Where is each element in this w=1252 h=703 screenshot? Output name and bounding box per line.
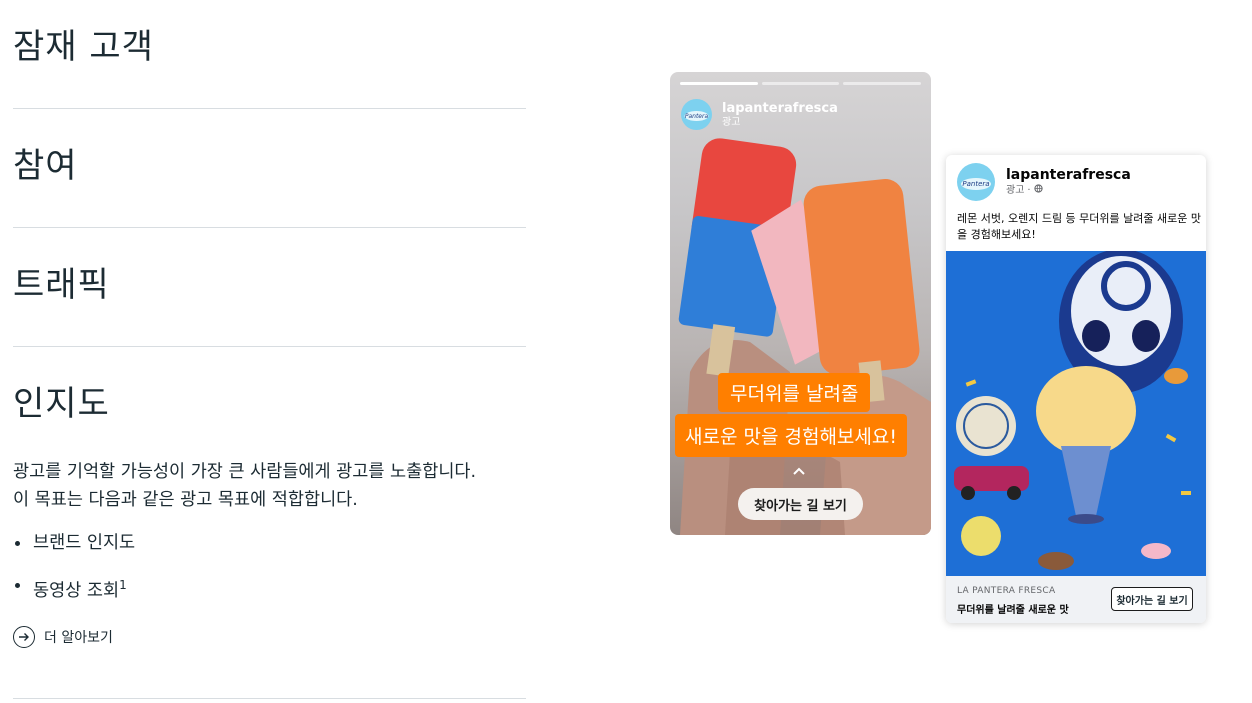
feed-ad-image [946,251,1206,576]
feed-primary-text: 레몬 서벗, 오렌지 드림 등 무더위를 날려줄 새로운 맛을 경험해보세요! [957,212,1201,241]
accordion-item-audience[interactable]: 잠재 고객 [13,30,526,64]
accordion-item-traffic[interactable]: 트래픽 [13,268,526,302]
accordion-title: 잠재 고객 [13,27,154,67]
accordion-title: 참여 [13,146,78,186]
feed-header: Pantera lapanterafresca 광고 · [957,163,1131,201]
divider [13,108,526,109]
svg-text:Pantera: Pantera [685,113,709,120]
progress-segment [761,82,840,85]
brand-logo-icon: Pantera [681,99,712,130]
footnote-mark: 1 [119,578,127,592]
list-item-label: 브랜드 인지도 [33,533,136,553]
objective-list: 브랜드 인지도 동영상 조회1 [13,530,135,614]
feed-ad-preview: Pantera lapanterafresca 광고 · 레몬 서벗, 오렌지 … [946,155,1206,623]
brand-logo-icon: Pantera [957,163,995,201]
story-overlay-text: 무더위를 날려줄 [718,373,871,412]
description-line: 이 목표는 다음과 같은 광고 목표에 적합합니다. [13,490,358,510]
story-cta-button[interactable]: 찾아가는 길 보기 [738,488,863,520]
learn-more-label: 더 알아보기 [44,630,113,646]
accordion-item-engagement[interactable]: 참여 [13,149,526,183]
list-item: 동영상 조회1 [13,572,135,614]
story-sponsored-label: 광고 [722,116,741,128]
list-item: 브랜드 인지도 [13,530,135,572]
accordion-title: 인지도 [13,384,110,424]
accordion-item-awareness[interactable]: 인지도 [13,387,526,421]
learn-more-link[interactable]: 더 알아보기 [13,626,113,648]
description-line: 광고를 기억할 가능성이 가장 큰 사람들에게 광고를 노출합니다. [13,462,477,482]
feed-sponsored-row: 광고 · [1006,183,1131,198]
feed-brand-caption: LA PANTERA FRESCA [957,586,1056,596]
feed-ad-footer: LA PANTERA FRESCA 무더위를 날려줄 새로운 맛 찾아가는 길 … [946,576,1206,623]
story-account-name: lapanterafresca [722,100,838,116]
feed-headline: 무더위를 날려줄 새로운 맛 [957,605,1069,616]
globe-icon [1033,183,1043,198]
feed-account-name: lapanterafresca [1006,166,1131,183]
divider [13,227,526,228]
story-overlay-text: 새로운 맛을 경험해보세요! [675,414,907,457]
accordion-title: 트래픽 [13,265,110,305]
progress-segment [843,82,922,85]
story-progress-bar [680,82,922,85]
chevron-up-icon [792,464,806,480]
story-ad-preview: Pantera lapanterafresca 광고 무더위를 날려줄 새로운 … [670,72,931,535]
arrow-right-circle-icon [13,626,35,648]
feed-sponsored-label: 광고 [1006,184,1025,196]
divider [13,698,526,699]
divider [13,346,526,347]
list-item-label: 동영상 조회 [33,580,120,601]
objective-description: 광고를 기억할 가능성이 가장 큰 사람들에게 광고를 노출합니다. 이 목표는… [13,458,543,514]
feed-cta-button[interactable]: 찾아가는 길 보기 [1111,587,1193,611]
story-header: Pantera lapanterafresca 광고 [681,99,838,130]
svg-text:Pantera: Pantera [962,180,989,188]
progress-segment [680,82,758,85]
